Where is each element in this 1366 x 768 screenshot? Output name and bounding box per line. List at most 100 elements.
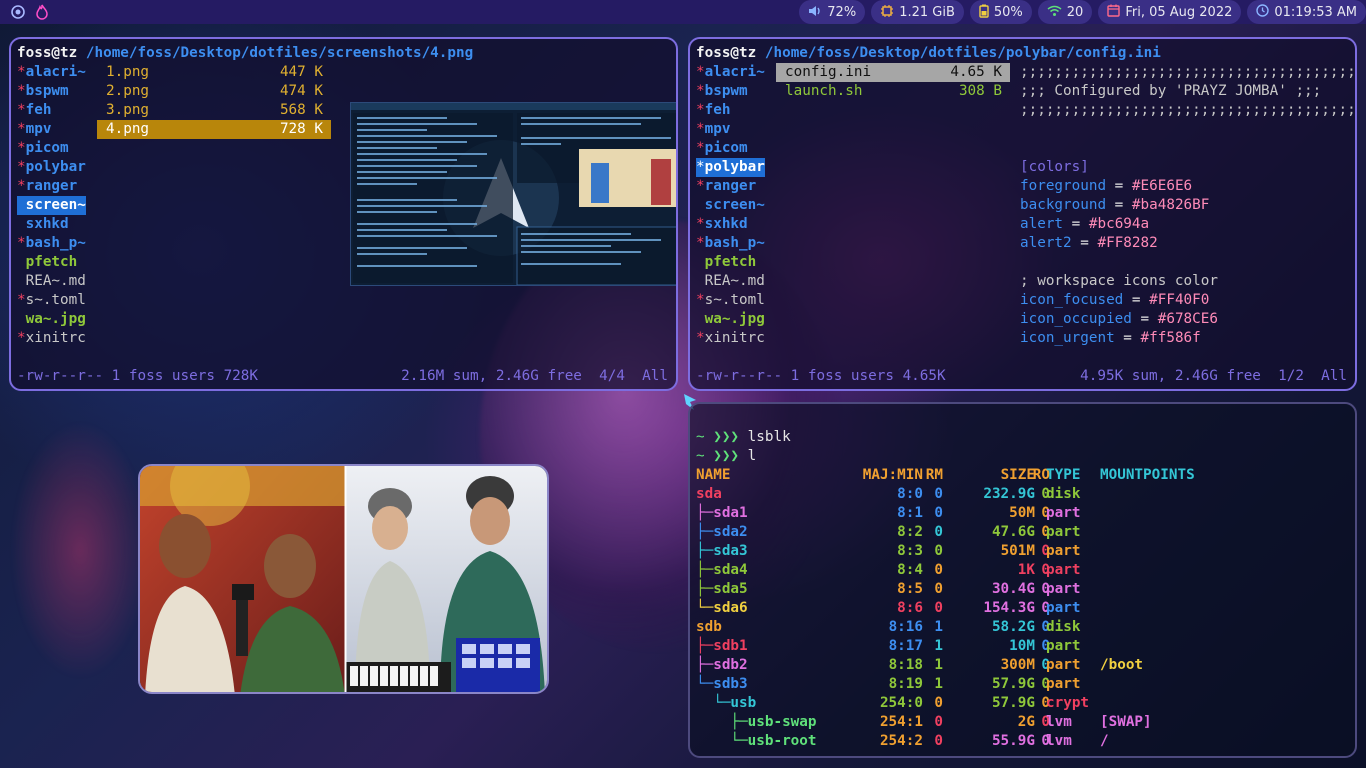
directory-entry[interactable]: *mpv [17, 120, 51, 139]
directory-name: feh [704, 102, 731, 118]
config-line: icon_occupied = #678CE6 [1020, 310, 1218, 329]
directory-entry[interactable]: *picom [696, 139, 748, 158]
config-value: #FF8282 [1097, 235, 1158, 251]
ranger-window-polybar[interactable]: foss@tz /home/foss/Desktop/dotfiles/poly… [688, 37, 1357, 391]
directory-entry[interactable]: REA~.md [696, 272, 765, 291]
lsblk-cell-name: ├─usb-swap [696, 714, 817, 730]
directory-entry[interactable]: *alacri~ [696, 63, 765, 82]
current-path: /home/foss/Desktop/dotfiles/screenshots/… [85, 45, 474, 61]
marked-indicator: * [17, 102, 26, 118]
directory-entry[interactable]: *feh [696, 101, 730, 120]
file-name: 2.png [106, 83, 150, 99]
column-header: MOUNTPOINTS [1100, 467, 1195, 483]
wifi-module[interactable]: 20 [1037, 0, 1093, 24]
directory-entry[interactable]: REA~.md [17, 272, 86, 291]
directory-entry[interactable]: *ranger [17, 177, 77, 196]
lsblk-cell-size: 154.3G [983, 600, 1035, 616]
file-entry[interactable]: 1.png 447 K [97, 63, 331, 82]
lsblk-cell-type: lvm [1046, 714, 1072, 730]
lsblk-cell-type: part [1046, 543, 1081, 559]
memory-module[interactable]: 1.21 GiB [871, 0, 964, 24]
file-size: 308 B [958, 83, 1002, 99]
battery-icon [979, 4, 989, 21]
directory-name: polybar [704, 159, 765, 175]
directory-name: sxhkd [704, 216, 748, 232]
directory-name: polybar [25, 159, 86, 175]
directory-entry[interactable]: *feh [17, 101, 51, 120]
file-entry[interactable]: config.ini 4.65 K [776, 63, 1010, 82]
lsblk-cell-type: lvm [1046, 733, 1072, 749]
file-entry[interactable]: launch.sh 308 B [776, 82, 1010, 101]
marked-indicator: * [696, 102, 705, 118]
directory-name: mpv [25, 121, 52, 137]
directory-entry[interactable]: *bash_p~ [17, 234, 86, 253]
lsblk-cell-mount: [SWAP] [1100, 714, 1152, 730]
directory-entry[interactable]: *xinitrc [696, 329, 765, 348]
directory-entry[interactable]: screen~ [17, 196, 86, 215]
directory-entry[interactable]: *bash_p~ [696, 234, 765, 253]
lsblk-cell-maj: 254:1 [879, 714, 923, 730]
battery-module[interactable]: 50% [969, 0, 1032, 24]
file-entry[interactable]: 2.png 474 K [97, 82, 331, 101]
config-value: #678CE6 [1157, 311, 1218, 327]
lsblk-cell-rm: 0 [934, 695, 943, 711]
directory-entry[interactable]: wa~.jpg [17, 310, 86, 329]
marked-indicator: * [17, 178, 26, 194]
config-equals: = [1123, 292, 1150, 308]
directory-entry[interactable]: *s~.toml [17, 291, 86, 310]
file-entry[interactable]: 4.png 728 K [97, 120, 331, 139]
clock-module[interactable]: 01:19:53 AM [1247, 0, 1366, 24]
ranger-window-screenshots[interactable]: foss@tz /home/foss/Desktop/dotfiles/scre… [9, 37, 678, 391]
directory-entry[interactable]: *polybar [696, 158, 765, 177]
config-key: alert [1020, 216, 1064, 232]
directory-entry[interactable]: *bspwm [696, 82, 748, 101]
directory-entry[interactable]: screen~ [696, 196, 765, 215]
lsblk-cell-mount: /boot [1100, 657, 1144, 673]
video-player[interactable] [138, 464, 549, 694]
lsblk-cell-rm: 0 [934, 581, 943, 597]
directory-entry[interactable]: wa~.jpg [696, 310, 765, 329]
directory-entry[interactable]: *ranger [696, 177, 756, 196]
directory-entry[interactable]: *s~.toml [696, 291, 765, 310]
directory-entry[interactable]: sxhkd [17, 215, 69, 234]
lsblk-cell-rm: 0 [934, 486, 943, 502]
directory-name: alacri~ [704, 64, 765, 80]
directory-entry[interactable]: *polybar [17, 158, 86, 177]
config-key: icon_urgent [1020, 330, 1115, 346]
calendar-icon [1107, 4, 1121, 20]
date-module[interactable]: Fri, 05 Aug 2022 [1098, 0, 1242, 24]
config-equals: = [1063, 216, 1089, 232]
directory-name: screen~ [704, 197, 765, 213]
config-key: icon_occupied [1020, 311, 1132, 327]
directory-entry[interactable]: *xinitrc [17, 329, 86, 348]
flame-icon[interactable] [34, 4, 50, 20]
lsblk-cell-name: ├─sda5 [696, 581, 748, 597]
config-equals: = [1131, 311, 1158, 327]
wifi-value: 20 [1066, 4, 1084, 20]
lsblk-cell-size: 1K [1017, 562, 1035, 578]
config-line: foreground = #E6E6E6 [1020, 177, 1192, 196]
marked-indicator: * [17, 83, 26, 99]
volume-module[interactable]: 72% [799, 0, 866, 24]
file-size: 568 K [279, 102, 323, 118]
user-host: foss@tz [17, 45, 78, 61]
directory-entry[interactable]: *alacri~ [17, 63, 86, 82]
lsblk-cell-type: part [1046, 657, 1081, 673]
menu-icon[interactable] [10, 4, 26, 20]
directory-entry[interactable]: *bspwm [17, 82, 69, 101]
directory-entry[interactable]: pfetch [17, 253, 78, 272]
directory-entry[interactable]: *sxhkd [696, 215, 748, 234]
directory-entry[interactable]: *mpv [696, 120, 730, 139]
column-header: TYPE [1046, 467, 1081, 483]
lsblk-cell-rm: 1 [934, 676, 943, 692]
marked-indicator: * [17, 159, 26, 175]
lsblk-cell-name: └─usb [696, 695, 757, 711]
file-entry[interactable]: 3.png 568 K [97, 101, 331, 120]
lsblk-cell-type: part [1046, 524, 1081, 540]
lsblk-cell-size: 501M [1000, 543, 1035, 559]
shell-window-lsblk[interactable]: ~ ❯❯❯ lsblk ~ ❯❯❯ l NAME MAJ:MIN RM SIZE RO T… [688, 402, 1357, 758]
directory-entry[interactable]: pfetch [696, 253, 757, 272]
lsblk-cell-rm: 1 [934, 657, 943, 673]
directory-entry[interactable]: *picom [17, 139, 69, 158]
